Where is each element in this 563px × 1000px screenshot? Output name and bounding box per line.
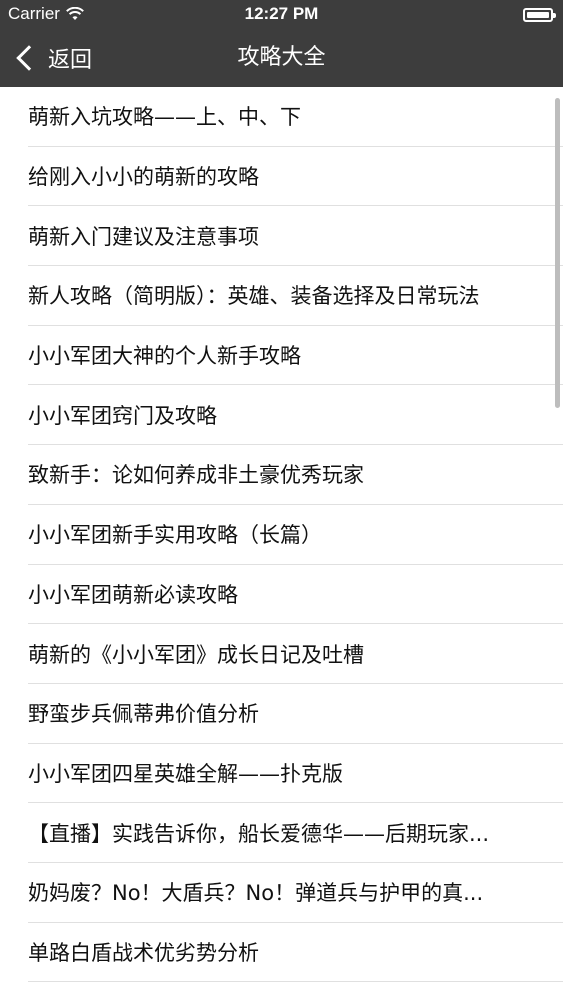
list-item[interactable]: 小小军团大神的个人新手攻略: [28, 326, 563, 386]
status-time: 12:27 PM: [244, 4, 319, 23]
list-item[interactable]: 萌新的《小小军团》成长日记及吐槽: [28, 624, 563, 684]
list-item[interactable]: 小小军团四星英雄全解——扑克版: [28, 744, 563, 804]
list-item-label: 萌新的《小小军团》成长日记及吐槽: [28, 642, 364, 667]
list-item[interactable]: 萌新入坑攻略——上、中、下: [28, 87, 563, 147]
list-item-label: 【直播】实践告诉你，船长爱德华——后期玩家...: [28, 821, 490, 846]
list-item-label: 萌新入坑攻略——上、中、下: [28, 105, 301, 130]
list-item[interactable]: 单路白盾战术优劣势分析: [28, 923, 563, 983]
list-item-label: 给刚入小小的萌新的攻略: [28, 165, 259, 190]
list-item-label: 奶妈废？No！大盾兵？No！弹道兵与护甲的真...: [28, 881, 484, 906]
list-item[interactable]: 【直播】实践告诉你，船长爱德华——后期玩家...: [28, 803, 563, 863]
list-item-label: 小小军团大神的个人新手攻略: [28, 344, 301, 369]
battery-icon: [523, 8, 556, 22]
list-item[interactable]: 致新手：论如何养成非土豪优秀玩家: [28, 445, 563, 505]
list-item-label: 单路白盾战术优劣势分析: [28, 940, 259, 965]
list-item-label: 致新手：论如何养成非土豪优秀玩家: [28, 463, 364, 488]
list-item-label: 野蛮步兵佩蒂弗价值分析: [28, 702, 259, 727]
list-item[interactable]: 新人攻略（简明版）：英雄、装备选择及日常玩法: [28, 266, 563, 326]
list-item[interactable]: 小小军团新手实用攻略（长篇）: [28, 505, 563, 565]
list-item-label: 小小军团萌新必读攻略: [28, 582, 238, 607]
status-bar: Carrier 12:27 PM: [0, 0, 563, 29]
list-item[interactable]: 小小军团窍门及攻略: [28, 385, 563, 446]
list-item[interactable]: 小小军团萌新必读攻略: [28, 565, 563, 625]
scrollbar[interactable]: [555, 98, 560, 408]
list-item[interactable]: 给刚入小小的萌新的攻略: [28, 147, 563, 207]
list-item[interactable]: 奶妈废？No！大盾兵？No！弹道兵与护甲的真...: [28, 863, 563, 923]
list-item-label: 新人攻略（简明版）：英雄、装备选择及日常玩法: [28, 284, 480, 309]
page-title: 攻略大全: [237, 45, 326, 70]
list-item-label: 小小军团新手实用攻略（长篇）: [28, 523, 322, 548]
list-item[interactable]: 萌新入门建议及注意事项: [28, 206, 563, 267]
navigation-bar: 返回 攻略大全: [0, 29, 563, 87]
list-item-label: 小小军团窍门及攻略: [28, 403, 217, 428]
list-item-label: 小小军团四星英雄全解——扑克版: [28, 761, 343, 786]
guide-list[interactable]: 萌新入坑攻略——上、中、下 给刚入小小的萌新的攻略 萌新入门建议及注意事项 新人…: [0, 87, 563, 1000]
list-item[interactable]: 野蛮步兵佩蒂弗价值分析: [28, 684, 563, 744]
list-item-label: 萌新入门建议及注意事项: [28, 224, 259, 249]
